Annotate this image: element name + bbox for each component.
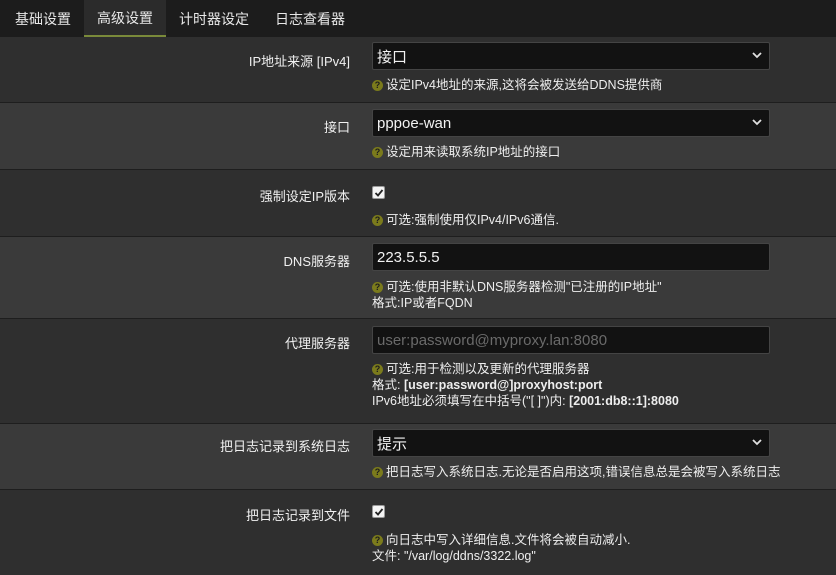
interface-row: 接口 pppoe-wan ? 设定用来读取系统IP地址的接口 (0, 103, 836, 170)
dns-server-value: 223.5.5.5 (377, 248, 440, 266)
force-ip-label: 强制设定IP版本 (259, 189, 350, 204)
proxy-input[interactable]: user:password@myproxy.lan:8080 (372, 326, 770, 354)
syslog-label: 把日志记录到系统日志 (219, 439, 350, 454)
ip-source-label: IP地址来源 [IPv4] (248, 54, 350, 69)
tab-bar: 基础设置 高级设置 计时器设定 日志查看器 (0, 0, 836, 37)
tab-basic-settings[interactable]: 基础设置 (2, 0, 84, 37)
dns-server-input[interactable]: 223.5.5.5 (372, 243, 770, 271)
ip-source-help: ? 设定IPv4地址的来源,这将会被发送给DDNS提供商 (372, 77, 828, 93)
question-circle-icon: ? (372, 364, 383, 375)
question-circle-icon: ? (372, 282, 383, 293)
logfile-checkbox[interactable] (372, 505, 385, 518)
chevron-down-icon (752, 119, 762, 126)
force-ip-checkbox[interactable] (372, 186, 385, 199)
tab-advanced-settings[interactable]: 高级设置 (84, 0, 166, 37)
interface-value: pppoe-wan (377, 114, 452, 132)
interface-label: 接口 (323, 120, 350, 135)
logfile-label: 把日志记录到文件 (245, 508, 350, 523)
dns-server-row: DNS服务器 223.5.5.5 ? 可选:使用非默认DNS服务器检测"已注册的I… (0, 237, 836, 319)
syslog-value: 提示 (377, 435, 408, 453)
syslog-help: ? 把日志写入系统日志.无论是否启用这项,错误信息总是会被写入系统日志 (372, 464, 828, 480)
question-circle-icon: ? (372, 147, 383, 158)
dns-server-help: ? 可选:使用非默认DNS服务器检测"已注册的IP地址" 格式:IP或者FQDN (372, 280, 662, 310)
check-icon (374, 189, 384, 197)
proxy-placeholder: user:password@myproxy.lan:8080 (377, 331, 608, 349)
check-icon (374, 508, 384, 516)
interface-help: ? 设定用来读取系统IP地址的接口 (372, 144, 828, 160)
question-circle-icon: ? (372, 215, 383, 226)
question-circle-icon: ? (372, 535, 383, 546)
force-ip-help: ? 可选:强制使用仅IPv4/IPv6通信. (372, 212, 828, 228)
question-circle-icon: ? (372, 467, 383, 478)
proxy-row: 代理服务器 user:password@myproxy.lan:8080 ? 可选… (0, 319, 836, 424)
interface-select[interactable]: pppoe-wan (372, 109, 770, 137)
ip-source-select[interactable]: 接口 (372, 42, 770, 70)
proxy-help: ? 可选:用于检测以及更新的代理服务器 格式: [user:password@]p… (372, 362, 679, 408)
tab-log-viewer[interactable]: 日志查看器 (262, 0, 358, 37)
syslog-row: 把日志记录到系统日志 提示 ? 把日志写入系统日志.无论是否启用这项,错误信息总是… (0, 424, 836, 490)
chevron-down-icon (752, 52, 762, 59)
syslog-select[interactable]: 提示 (372, 429, 770, 457)
tab-timer-settings[interactable]: 计时器设定 (166, 0, 262, 37)
chevron-down-icon (752, 439, 762, 446)
question-circle-icon: ? (372, 80, 383, 91)
force-ip-row: 强制设定IP版本 ? 可选:强制使用仅IPv4/IPv6通信. (0, 170, 836, 237)
ip-source-value: 接口 (377, 48, 408, 66)
logfile-help: ? 向日志中写入详细信息.文件将会被自动减小. 文件: "/var/log/ddn… (372, 533, 631, 563)
logfile-row: 把日志记录到文件 ? 向日志中写入详细信息.文件将会被自动减小. 文件: "/va… (0, 490, 836, 575)
ip-source-row: IP地址来源 [IPv4] 接口 ? 设定IPv4地址的来源,这将会被发送给DDN… (0, 37, 836, 103)
proxy-label: 代理服务器 (284, 336, 350, 351)
dns-server-label: DNS服务器 (283, 254, 350, 269)
